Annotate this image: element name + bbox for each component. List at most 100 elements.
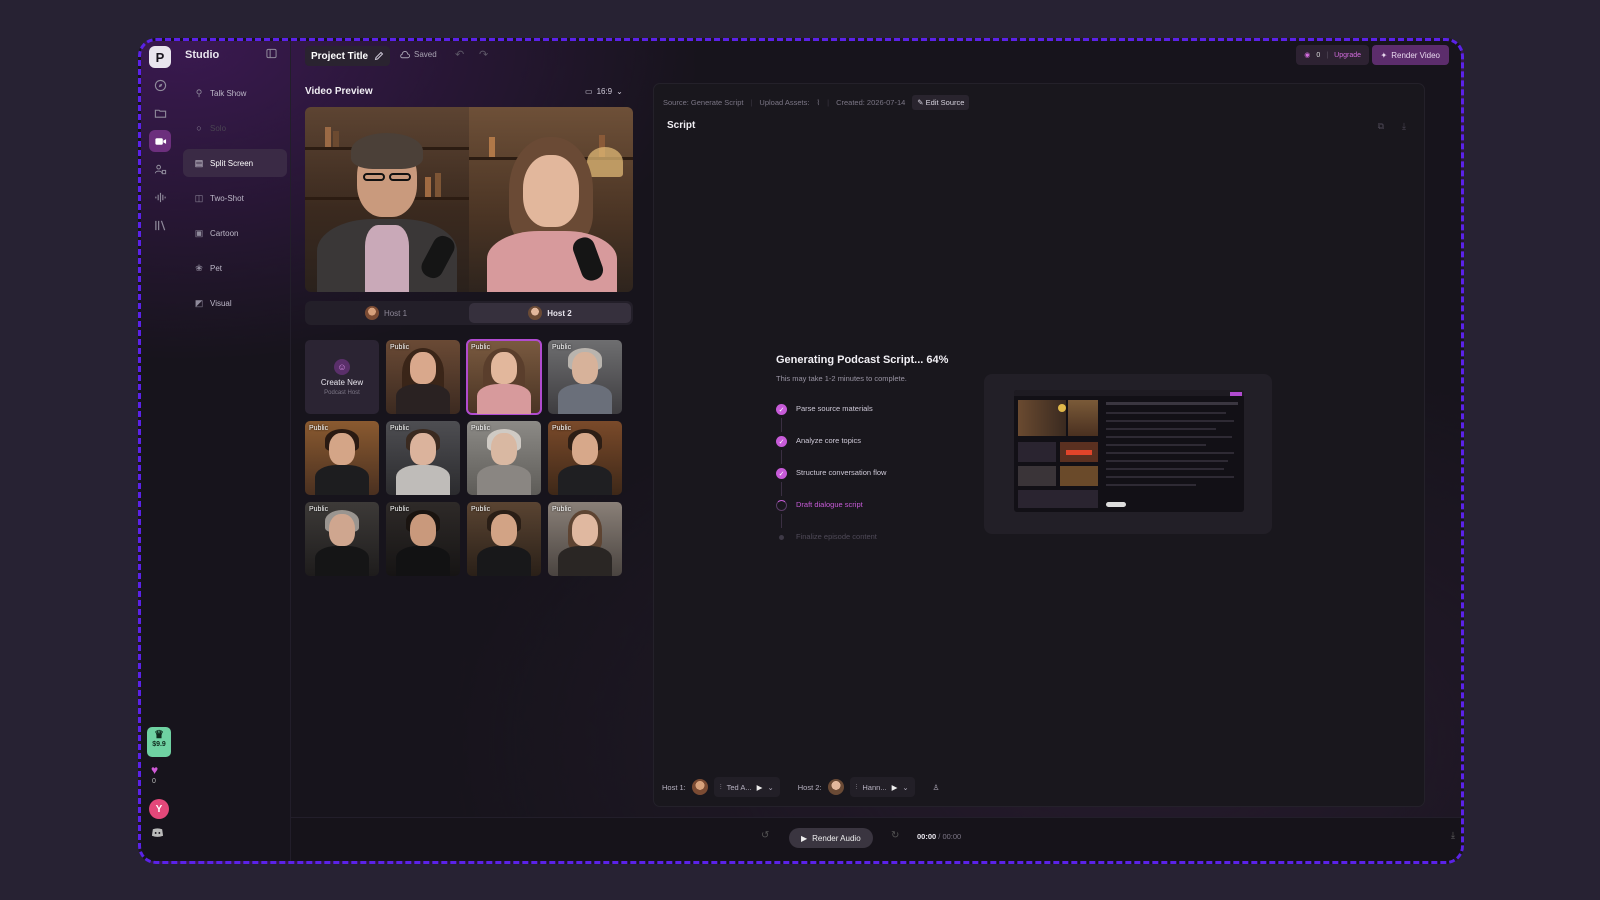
crown-icon: ♛ [154, 729, 164, 741]
public-badge: Public [552, 344, 572, 351]
sidebar-item-talk-show[interactable]: ⚲ Talk Show [183, 79, 287, 107]
discord-icon[interactable] [151, 827, 164, 838]
sidebar-item-cartoon[interactable]: ▣ Cartoon [183, 219, 287, 247]
undo-icon[interactable]: ↶ [455, 48, 464, 61]
play-icon[interactable]: ▶ [757, 783, 763, 792]
host-card[interactable]: Public [548, 502, 622, 576]
project-title[interactable]: Project Title [305, 46, 391, 66]
host2-preview-image [469, 107, 633, 292]
rewind-icon[interactable]: ↺ [761, 830, 769, 841]
top-bar: Project Title Saved ↶ ↷ ◉ 0 | Upgrade ✦ … [291, 41, 1461, 67]
step-item-pending: Finalize episode content [776, 532, 886, 564]
cartoon-icon: ▣ [194, 227, 204, 238]
host1-voice-select[interactable]: ⫶ Ted A... ▶ ⌄ [713, 777, 780, 797]
divider: | [1326, 51, 1329, 59]
sidebar-item-split-screen[interactable]: ▤ Split Screen [183, 149, 287, 177]
host-voice-bar: Host 1: ⫶ Ted A... ▶ ⌄ Host 2: ⫶ Hann...… [662, 775, 939, 799]
transport-bar: ↺ ▶ Render Audio ↻ 00:00 / 00:00 ⤓ [291, 817, 1461, 861]
chevron-down-icon: ⌄ [616, 87, 623, 96]
host-card[interactable]: Public [305, 502, 379, 576]
redo-icon[interactable]: ↷ [479, 48, 488, 61]
coin-icon: ◉ [1304, 52, 1311, 59]
chevron-down-icon: ⌄ [767, 782, 774, 792]
aspect-ratio-select[interactable]: ▭ 16:9 ⌄ [585, 87, 623, 96]
host-card[interactable]: Public [305, 421, 379, 495]
public-badge: Public [471, 506, 491, 513]
generating-title: Generating Podcast Script... 64% [776, 354, 949, 366]
pending-dot-icon [779, 535, 784, 540]
public-badge: Public [309, 425, 329, 432]
render-audio-label: Render Audio [812, 833, 861, 843]
host1-preview-image [305, 107, 469, 292]
copy-icon[interactable]: ⧉ [1378, 121, 1384, 132]
host-card[interactable]: Public [467, 421, 541, 495]
host2-label: Host 2: [797, 782, 822, 792]
host-card[interactable]: Public [466, 339, 542, 415]
host1-voice-avatar [691, 779, 708, 795]
step-label: Draft dialogue script [796, 500, 863, 509]
sidebar-item-solo[interactable]: ○ Solo [183, 114, 287, 142]
step-label: Analyze core topics [796, 436, 862, 445]
paperclip-icon[interactable]: ⌇ [816, 98, 820, 107]
sidebar-item-visual[interactable]: ◩ Visual [183, 289, 287, 317]
host-card[interactable]: Public [386, 421, 460, 495]
heart-icon[interactable]: ♥ [151, 763, 158, 777]
sidebar-toggle-icon[interactable] [266, 48, 277, 59]
saved-label: Saved [414, 50, 437, 59]
source-label: Source: Generate Script [663, 98, 744, 107]
download-audio-icon[interactable]: ⤓ [1451, 830, 1455, 841]
public-badge: Public [390, 506, 410, 513]
play-icon[interactable]: ▶ [892, 783, 898, 792]
voice-settings-icon[interactable]: ♙ [933, 783, 940, 792]
user-avatar[interactable]: Y [149, 799, 169, 819]
play-icon: ▶ [801, 833, 808, 843]
sidebar-item-label: Pet [210, 263, 223, 273]
credits-indicator[interactable]: ◉ 0 | Upgrade [1296, 45, 1369, 65]
check-icon: ✓ [776, 404, 787, 415]
tab-host-1[interactable]: Host 1 [305, 301, 467, 325]
sidebar-item-two-shot[interactable]: ◫ Two-Shot [183, 184, 287, 212]
project-title-text: Project Title [311, 50, 369, 62]
video-preview-title: Video Preview [305, 86, 373, 97]
public-badge: Public [390, 425, 410, 432]
credit-badge[interactable]: ♛ $9.9 [147, 727, 171, 757]
chevron-down-icon: ⌄ [902, 782, 909, 792]
library-icon[interactable] [149, 214, 171, 236]
folder-icon[interactable] [149, 102, 171, 124]
host-card[interactable]: Public [467, 502, 541, 576]
tab-host-2[interactable]: Host 2 [469, 303, 631, 323]
waveform-icon[interactable] [149, 186, 171, 208]
create-host-label: Create New [320, 377, 364, 387]
app-logo[interactable]: P [149, 46, 171, 68]
edit-source-button[interactable]: ✎ Edit Source [912, 95, 970, 110]
render-audio-button[interactable]: ▶ Render Audio [789, 828, 873, 848]
download-icon[interactable]: ⤓ [1402, 121, 1406, 132]
upgrade-link[interactable]: Upgrade [1334, 52, 1361, 59]
time-total: / 00:00 [938, 832, 962, 841]
time-current: 00:00 [917, 832, 937, 841]
mic-icon: ⚲ [195, 87, 203, 98]
host-card[interactable]: Public [386, 340, 460, 414]
host-card[interactable]: Public [548, 340, 622, 414]
credit-price: $9.9 [152, 741, 166, 748]
sidebar-item-label: Split Screen [210, 158, 254, 168]
create-host-card[interactable]: ☺ Create New Podcast Host [305, 340, 379, 414]
host2-voice-select[interactable]: ⫶ Hann... ▶ ⌄ [849, 777, 915, 797]
sidebar-item-pet[interactable]: ❀ Pet [183, 254, 287, 282]
image-icon: ◩ [194, 297, 204, 308]
public-badge: Public [390, 344, 410, 351]
video-preview [305, 107, 633, 292]
pencil-icon[interactable] [374, 51, 384, 61]
host-card[interactable]: Public [386, 502, 460, 576]
edit-source-label: Edit Source [925, 98, 965, 107]
app-preview-thumbnail [1014, 390, 1244, 512]
people-icon[interactable] [149, 158, 171, 180]
host-card[interactable]: Public [548, 421, 622, 495]
tab-label: Host 2 [547, 308, 572, 318]
source-meta: Source: Generate Script | Upload Assets:… [663, 95, 970, 110]
compass-icon[interactable] [149, 74, 171, 96]
render-video-button[interactable]: ✦ Render Video [1371, 45, 1449, 65]
forward-icon[interactable]: ↻ [891, 830, 899, 841]
timecode: 00:00 / 00:00 [917, 832, 961, 841]
video-camera-icon[interactable] [149, 130, 171, 152]
